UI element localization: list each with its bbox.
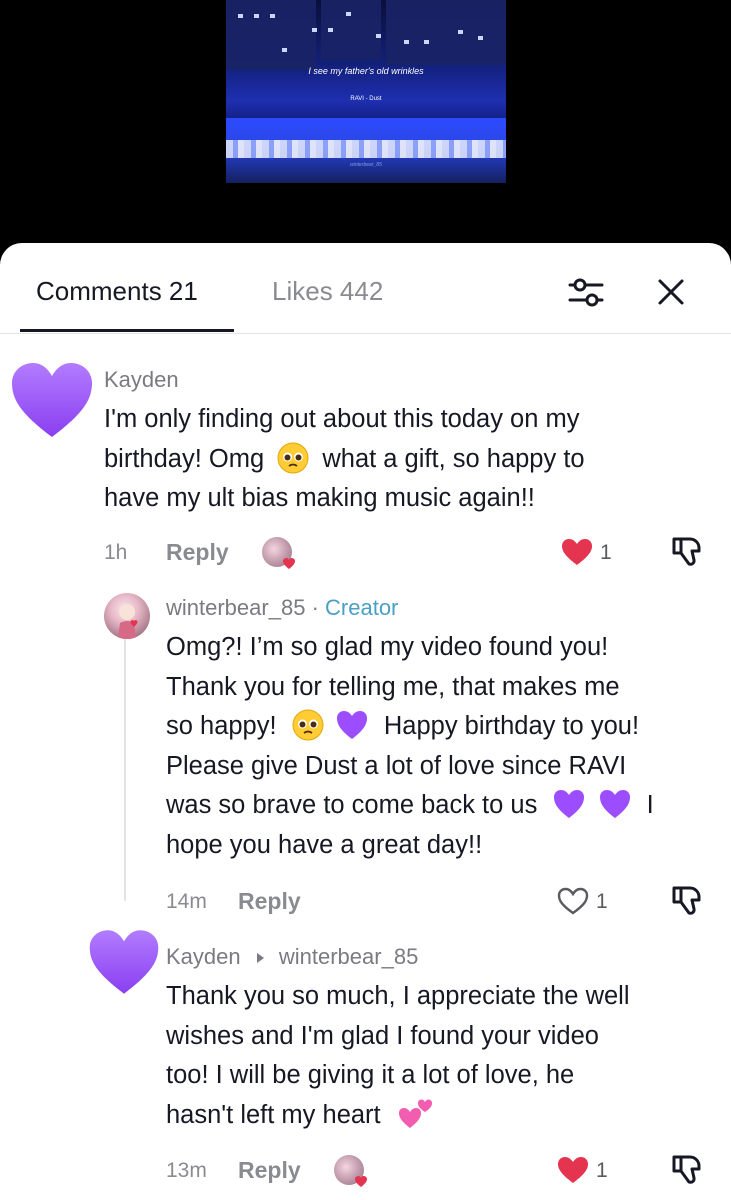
comment-text: Omg?! I’m so glad my video found you! Th… bbox=[166, 633, 654, 859]
heart-icon[interactable] bbox=[556, 886, 590, 916]
tab-likes[interactable]: Likes 442 bbox=[272, 275, 383, 307]
comment-time: 14m bbox=[166, 890, 207, 913]
pleading-face-emoji-icon bbox=[277, 442, 309, 474]
pleading-face-emoji-icon bbox=[292, 709, 324, 741]
kayden-heart-avatar-icon[interactable] bbox=[10, 361, 94, 439]
reply-button[interactable]: Reply bbox=[166, 539, 229, 566]
reply-arrow-icon bbox=[256, 952, 264, 963]
kayden-heart-avatar-icon[interactable] bbox=[88, 928, 160, 996]
close-icon[interactable] bbox=[652, 273, 690, 311]
video-area[interactable]: I see my father's old wrinkles RAVI - Du… bbox=[0, 0, 731, 255]
thread-line bbox=[124, 631, 126, 901]
creator-username[interactable]: winterbear_85 bbox=[166, 595, 305, 620]
video-thumbnail[interactable]: I see my father's old wrinkles RAVI - Du… bbox=[226, 0, 506, 183]
creator-avatar[interactable] bbox=[104, 593, 150, 639]
comment-time: 1h bbox=[104, 541, 128, 564]
reply-button[interactable]: Reply bbox=[238, 888, 301, 915]
comment-username: Kayden winterbear_85 bbox=[166, 943, 418, 971]
active-tab-indicator bbox=[20, 329, 234, 332]
filter-sliders-icon[interactable] bbox=[566, 273, 606, 311]
comment-text: Thank you so much, I appreciate the well… bbox=[166, 982, 630, 1129]
comments-sheet: Comments 21 Likes 442 Kayden I'm only fi… bbox=[0, 243, 731, 1200]
video-lyric: I see my father's old wrinkles bbox=[308, 66, 424, 76]
comment-username: winterbear_85 · Creator bbox=[166, 594, 398, 622]
like-count: 1 bbox=[596, 1159, 608, 1182]
video-song-title: RAVI - Dust bbox=[350, 96, 382, 102]
creator-liked-avatar bbox=[334, 1155, 367, 1187]
reply-target[interactable]: winterbear_85 bbox=[279, 944, 418, 969]
comment-username[interactable]: Kayden bbox=[104, 366, 179, 394]
like-count: 1 bbox=[596, 890, 608, 913]
tab-comments[interactable]: Comments 21 bbox=[36, 275, 198, 307]
dislike-icon[interactable] bbox=[668, 535, 708, 569]
video-watermark: winterbear_85 bbox=[350, 162, 382, 168]
purple-heart-emoji-icon bbox=[336, 711, 367, 740]
heart-icon[interactable] bbox=[556, 1155, 590, 1185]
reply-button[interactable]: Reply bbox=[238, 1157, 301, 1184]
tab-bar: Comments 21 Likes 442 bbox=[0, 243, 731, 334]
comment-text: I'm only finding out about this today on… bbox=[104, 405, 585, 512]
username-separator: · bbox=[311, 595, 319, 620]
two-hearts-emoji-icon bbox=[398, 1099, 432, 1128]
dislike-icon[interactable] bbox=[668, 1153, 708, 1187]
heart-icon[interactable] bbox=[560, 537, 594, 567]
purple-heart-emoji-icon bbox=[599, 790, 630, 819]
creator-badge: Creator bbox=[325, 595, 399, 620]
reply-author[interactable]: Kayden bbox=[166, 944, 241, 969]
creator-liked-avatar bbox=[262, 537, 295, 569]
dislike-icon[interactable] bbox=[668, 884, 708, 918]
comment-time: 13m bbox=[166, 1159, 207, 1182]
like-count: 1 bbox=[600, 541, 612, 564]
purple-heart-emoji-icon bbox=[554, 790, 585, 819]
